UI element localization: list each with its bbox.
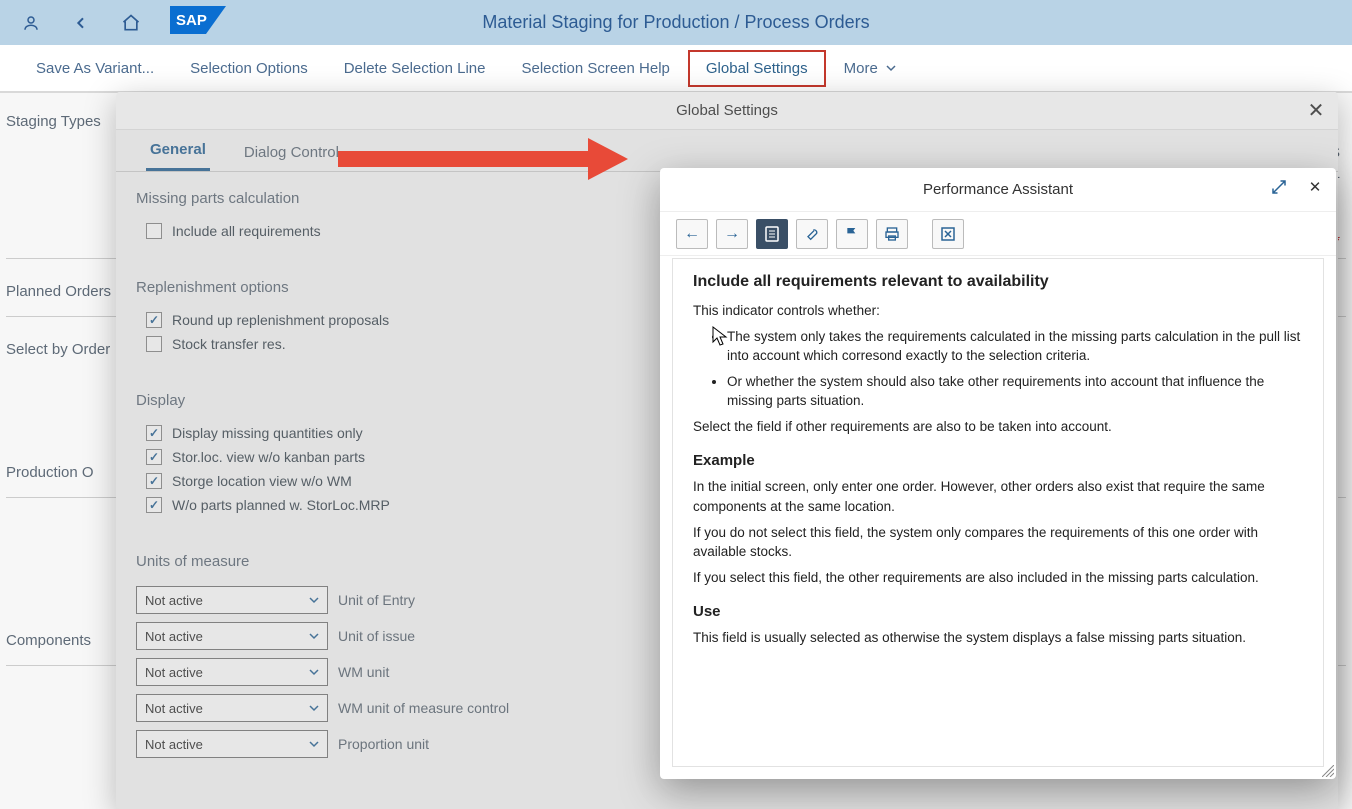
toolbar-flag-icon[interactable] — [836, 219, 868, 249]
toolbar-closebox-icon[interactable] — [932, 219, 964, 249]
modal-header: Global Settings ✕ — [116, 92, 1338, 130]
dropdown-wm-uom-control[interactable]: Not active — [136, 694, 328, 722]
dropdown-unit-of-issue[interactable]: Not active — [136, 622, 328, 650]
toolbar-wrench-icon[interactable] — [796, 219, 828, 249]
checkbox-stock-transfer[interactable] — [146, 336, 162, 352]
label-wm-uom-control: WM unit of measure control — [338, 700, 509, 716]
shell-left: SAP — [20, 6, 226, 39]
home-icon[interactable] — [120, 12, 142, 34]
assist-p1: Select the field if other requirements a… — [693, 417, 1303, 437]
label-proportion-unit: Proportion unit — [338, 736, 429, 752]
assist-bullet-2: Or whether the system should also take o… — [727, 372, 1303, 411]
menu-selection-screen-help[interactable]: Selection Screen Help — [503, 50, 687, 87]
assistant-content: Include all requirements relevant to ava… — [672, 258, 1324, 767]
toolbar-forward-icon[interactable]: → — [716, 219, 748, 249]
close-icon[interactable]: ✕ — [1304, 176, 1326, 198]
menu-delete-selection[interactable]: Delete Selection Line — [326, 50, 504, 87]
assist-p5: This field is usually selected as otherw… — [693, 628, 1303, 648]
assist-h1: Include all requirements relevant to ava… — [693, 273, 1303, 291]
menu-global-settings[interactable]: Global Settings — [688, 50, 826, 87]
toolbar-doc-icon[interactable] — [756, 219, 788, 249]
assist-intro: This indicator controls whether: — [693, 301, 1303, 321]
checkbox-include-all[interactable] — [146, 223, 162, 239]
label-unit-of-entry: Unit of Entry — [338, 592, 415, 608]
resize-handle-icon[interactable] — [1322, 765, 1334, 777]
page-title: Material Staging for Production / Proces… — [482, 12, 869, 33]
checkbox-storloc-wm[interactable] — [146, 473, 162, 489]
menu-more-label: More — [844, 60, 878, 77]
red-arrow-annotation — [338, 138, 628, 185]
label-stock-transfer: Stock transfer res. — [172, 336, 286, 352]
toolbar-print-icon[interactable] — [876, 219, 908, 249]
assist-p4: If you select this field, the other requ… — [693, 568, 1303, 588]
modal-title: Global Settings — [676, 102, 778, 119]
label-wo-parts: W/o parts planned w. StorLoc.MRP — [172, 497, 390, 513]
svg-text:SAP: SAP — [176, 12, 207, 29]
menu-save-variant[interactable]: Save As Variant... — [18, 50, 172, 87]
label-wm-unit: WM unit — [338, 664, 389, 680]
sap-logo: SAP — [170, 6, 226, 39]
label-unit-of-issue: Unit of issue — [338, 628, 415, 644]
expand-icon[interactable] — [1268, 176, 1290, 198]
assist-bullet-1: The system only takes the requirements c… — [727, 327, 1303, 366]
assistant-toolbar: ← → — [660, 212, 1336, 256]
assist-h3: Use — [693, 603, 1303, 620]
dropdown-wm-unit[interactable]: Not active — [136, 658, 328, 686]
back-icon[interactable] — [70, 12, 92, 34]
modal-tabs: General Dialog Control — [116, 130, 1338, 172]
label-include-all: Include all requirements — [172, 223, 321, 239]
user-icon[interactable] — [20, 12, 42, 34]
label-storloc-kanban: Stor.loc. view w/o kanban parts — [172, 449, 365, 465]
checkbox-storloc-kanban[interactable] — [146, 449, 162, 465]
shell-bar: SAP Material Staging for Production / Pr… — [0, 0, 1352, 45]
assist-p3: If you do not select this field, the sys… — [693, 523, 1303, 562]
menu-selection-options[interactable]: Selection Options — [172, 50, 326, 87]
checkbox-wo-parts[interactable] — [146, 497, 162, 513]
modal-close-icon[interactable]: ✕ — [1304, 98, 1328, 122]
menu-more[interactable]: More — [826, 50, 914, 87]
assist-p2: In the initial screen, only enter one or… — [693, 477, 1303, 516]
menu-bar: Save As Variant... Selection Options Del… — [0, 45, 1352, 93]
label-missing-qty: Display missing quantities only — [172, 425, 363, 441]
toolbar-back-icon[interactable]: ← — [676, 219, 708, 249]
dropdown-unit-of-entry[interactable]: Not active — [136, 586, 328, 614]
assistant-title: Performance Assistant — [923, 181, 1073, 198]
assist-h2: Example — [693, 452, 1303, 469]
label-roundup: Round up replenishment proposals — [172, 312, 389, 328]
dropdown-proportion-unit[interactable]: Not active — [136, 730, 328, 758]
assistant-header: Performance Assistant ✕ — [660, 168, 1336, 212]
tab-dialog-control[interactable]: Dialog Control — [240, 134, 343, 171]
checkbox-missing-qty[interactable] — [146, 425, 162, 441]
checkbox-roundup[interactable] — [146, 312, 162, 328]
performance-assistant-popup: Performance Assistant ✕ ← → Include all … — [660, 168, 1336, 779]
tab-general[interactable]: General — [146, 131, 210, 171]
label-storloc-wm: Storge location view w/o WM — [172, 473, 352, 489]
